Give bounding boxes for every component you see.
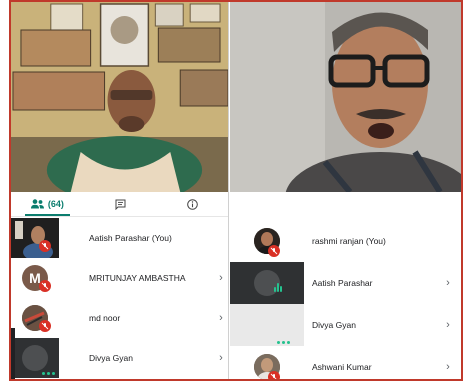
speaking-indicator — [42, 372, 55, 375]
right-meeting-window: rashmi ranjan (You) Aatish Parashar › Di… — [230, 2, 461, 379]
chevron-right-icon[interactable]: › — [214, 312, 228, 324]
participant-video-thumb — [230, 304, 304, 346]
participant-name: MRITUNJAY AMBASTHA — [89, 273, 186, 283]
mic-off-icon — [39, 240, 51, 252]
participant-avatar-thumb: M — [11, 258, 59, 298]
participant-count: (64) — [47, 199, 64, 209]
chevron-right-icon[interactable]: › — [214, 352, 228, 364]
video-feed-illustration — [230, 2, 461, 192]
participant-avatar-thumb — [230, 346, 304, 379]
tab-info[interactable] — [156, 192, 228, 216]
chevron-right-icon[interactable]: › — [441, 277, 455, 289]
mic-off-icon — [39, 280, 51, 292]
speaking-indicator — [277, 341, 290, 344]
participant-row[interactable]: md noor › — [11, 298, 228, 338]
participant-name: Aatish Parashar — [312, 278, 373, 288]
avatar — [22, 345, 48, 371]
main-video-tile[interactable] — [11, 2, 228, 192]
participant-panel-tabs: (64) — [11, 192, 228, 217]
video-thumb-illustration — [11, 218, 59, 258]
left-meeting-window: (64) Aatish Parashar (You) M MRITUNJAY A… — [11, 2, 229, 379]
chat-icon — [115, 199, 125, 210]
participant-video-thumb — [11, 218, 59, 258]
participant-row[interactable]: Divya Gyan › — [11, 338, 228, 378]
video-feed-illustration — [11, 2, 228, 192]
main-video-tile[interactable] — [230, 2, 461, 192]
participant-row[interactable]: Ashwani Kumar › — [230, 346, 461, 379]
participant-avatar-thumb — [11, 298, 59, 338]
audio-level-icon — [274, 283, 282, 292]
info-icon — [187, 198, 198, 210]
participant-name: Aatish Parashar (You) — [89, 233, 172, 243]
participant-name: Ashwani Kumar — [312, 362, 372, 372]
participant-row[interactable]: Divya Gyan › — [230, 304, 461, 346]
participant-name: md noor — [89, 313, 121, 323]
participant-video-thumb — [11, 338, 59, 378]
mic-off-icon — [268, 245, 280, 257]
participant-row[interactable]: Aatish Parashar › — [230, 262, 461, 304]
participant-row[interactable]: rashmi ranjan (You) — [230, 220, 461, 262]
mic-off-icon — [39, 320, 51, 332]
tab-people[interactable]: (64) — [11, 192, 84, 216]
participant-list: Aatish Parashar (You) M MRITUNJAY AMBAST… — [11, 218, 228, 378]
participant-name: Divya Gyan — [312, 320, 356, 330]
chevron-right-icon[interactable]: › — [441, 361, 455, 373]
participant-name: Divya Gyan — [89, 353, 133, 363]
mic-off-icon — [268, 371, 280, 379]
participant-list: rashmi ranjan (You) Aatish Parashar › Di… — [230, 220, 461, 379]
participant-video-thumb — [230, 262, 304, 304]
participant-name: rashmi ranjan (You) — [312, 236, 386, 246]
chevron-right-icon[interactable]: › — [441, 319, 455, 331]
participant-row[interactable]: M MRITUNJAY AMBASTHA › — [11, 258, 228, 298]
chevron-right-icon[interactable]: › — [214, 272, 228, 284]
window-edge — [11, 328, 15, 379]
screenshot-frame: (64) Aatish Parashar (You) M MRITUNJAY A… — [9, 0, 463, 381]
people-icon — [30, 199, 44, 209]
participant-row[interactable]: Aatish Parashar (You) — [11, 218, 228, 258]
tab-chat[interactable] — [84, 192, 157, 216]
participant-avatar-thumb — [230, 220, 304, 262]
